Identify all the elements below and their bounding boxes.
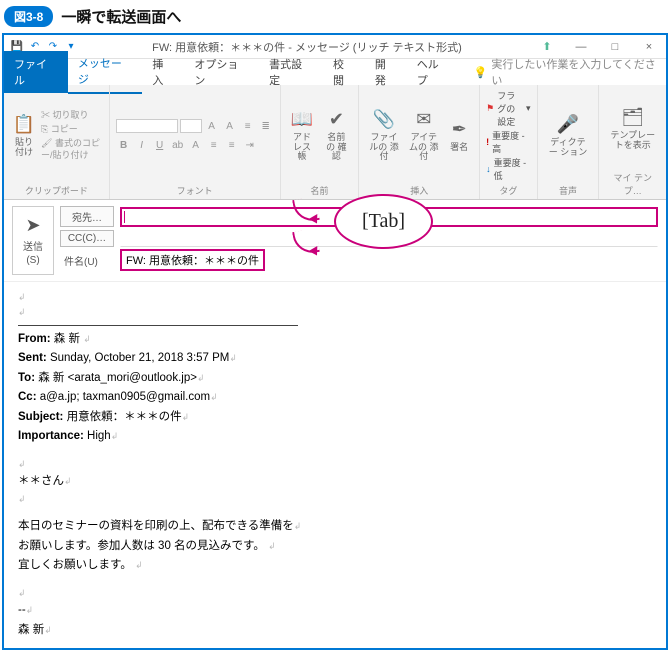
group-templates: 🗂テンプレー トを表示 マイ テンプ… — [599, 85, 666, 199]
view-templates-button[interactable]: 🗂テンプレー トを表示 — [605, 105, 660, 153]
numbering-icon[interactable]: ≣ — [258, 118, 274, 134]
group-clipboard: 📋 貼り付け ✂ 切り取り ⎘ コピー 🖌 書式のコピー/貼り付け クリップボー… — [4, 85, 110, 199]
importance-low-icon: ↓ — [486, 164, 491, 174]
format-painter-button[interactable]: 🖌 書式のコピー/貼り付け — [41, 137, 103, 162]
bulb-icon: 💡 — [474, 66, 488, 79]
align-left-icon[interactable]: ≡ — [206, 137, 222, 153]
font-family-select[interactable] — [116, 119, 178, 133]
tell-me-placeholder: 実行したい作業を入力してください — [491, 56, 666, 88]
annotation-text: [Tab] — [334, 194, 433, 249]
signature-icon: ✒ — [448, 119, 470, 141]
mic-icon: 🎤 — [557, 114, 579, 136]
follow-up-flag-button[interactable]: ⚑ フラグの設定 ▾ — [486, 89, 530, 128]
to-button[interactable]: 宛先… — [60, 206, 114, 227]
cc-button[interactable]: CC(C)… — [60, 230, 114, 247]
underline-icon[interactable]: U — [152, 137, 168, 153]
signature-button[interactable]: ✒署名 — [445, 117, 473, 155]
close-button[interactable]: × — [632, 35, 666, 59]
figure-badge: 図3-8 — [4, 6, 53, 27]
outlook-compose-window: 💾 ↶ ↷ ▾ FW: 用意依頼：＊＊＊の件 - メッセージ (リッチ テキスト… — [2, 33, 668, 650]
check-names-button[interactable]: ✔名前の 確認 — [320, 107, 352, 165]
check-names-icon: ✔ — [325, 109, 347, 131]
send-icon: ➤ — [25, 215, 40, 236]
italic-icon[interactable]: I — [134, 137, 150, 153]
grow-font-icon[interactable]: A — [204, 118, 220, 134]
annotation-balloon: [Tab] — [334, 194, 433, 249]
align-center-icon[interactable]: ≡ — [224, 137, 240, 153]
group-label-clipboard: クリップボード — [10, 182, 103, 197]
group-font: A A ≡ ≣ B I U ab A ≡ ≡ ⇥ — [110, 85, 281, 199]
copy-button[interactable]: ⎘ コピー — [41, 123, 103, 136]
attach-file-button[interactable]: 📎ファイルの 添付 — [365, 107, 402, 165]
group-label-templates: マイ テンプ… — [605, 169, 660, 197]
highlight-icon[interactable]: ab — [170, 137, 186, 153]
compose-header: ➤ 送信 (S) 宛先… CC(C)… 件名(U) FW: 用意依頼：＊＊＊の件 — [4, 200, 666, 281]
bullets-icon[interactable]: ≡ — [240, 118, 256, 134]
text-cursor — [124, 211, 125, 223]
attach-item-button[interactable]: ✉アイテムの 添付 — [405, 107, 442, 165]
send-button[interactable]: ➤ 送信 (S) — [12, 206, 54, 275]
address-book-button[interactable]: 📖アドレス帳 — [287, 107, 318, 165]
indent-icon[interactable]: ⇥ — [242, 137, 258, 153]
group-label-tags: タグ — [486, 182, 530, 197]
group-names: 📖アドレス帳 ✔名前の 確認 名前 — [281, 85, 360, 199]
subject-field[interactable]: FW: 用意依頼：＊＊＊の件 — [120, 249, 265, 271]
group-label-font: フォント — [116, 182, 274, 197]
ribbon-options-icon[interactable]: ⬆ — [530, 35, 564, 59]
minimize-button[interactable]: — — [564, 35, 598, 59]
bold-icon[interactable]: B — [116, 137, 132, 153]
paste-icon: 📋 — [13, 114, 35, 136]
paste-button[interactable]: 📋 貼り付け — [10, 112, 38, 160]
group-insert: 📎ファイルの 添付 ✉アイテムの 添付 ✒署名 挿入 — [359, 85, 480, 199]
ribbon: 📋 貼り付け ✂ 切り取り ⎘ コピー 🖌 書式のコピー/貼り付け クリップボー… — [4, 85, 666, 200]
flag-icon: ⚑ — [486, 103, 494, 114]
cut-button[interactable]: ✂ 切り取り — [41, 109, 103, 122]
shrink-font-icon[interactable]: A — [222, 118, 238, 134]
subject-label: 件名(U) — [60, 253, 114, 268]
importance-high-icon: ! — [486, 137, 489, 147]
ribbon-tabs: ファイル メッセージ 挿入 オプション 書式設定 校閲 開発 ヘルプ 💡 実行し… — [4, 59, 666, 85]
address-book-icon: 📖 — [291, 109, 313, 131]
importance-high-button[interactable]: ! 重要度 - 高 — [486, 129, 530, 155]
dictate-button[interactable]: 🎤ディクテー ション — [544, 112, 593, 160]
group-label-voice: 音声 — [544, 182, 593, 197]
paperclip-icon: 📎 — [373, 109, 395, 131]
figure-title: 一瞬で転送画面へ — [61, 6, 181, 27]
maximize-button[interactable]: □ — [598, 35, 632, 59]
templates-icon: 🗂 — [622, 107, 644, 129]
importance-low-button[interactable]: ↓ 重要度 - 低 — [486, 156, 530, 182]
attach-item-icon: ✉ — [413, 109, 435, 131]
group-voice: 🎤ディクテー ション 音声 — [538, 85, 600, 199]
font-color-icon[interactable]: A — [188, 137, 204, 153]
group-tags: ⚑ フラグの設定 ▾ ! 重要度 - 高 ↓ 重要度 - 低 タグ — [480, 85, 537, 199]
tell-me-search[interactable]: 💡 実行したい作業を入力してください — [460, 56, 666, 88]
forward-separator — [18, 325, 298, 326]
message-body[interactable]: ↲ ↲ From: 森 新 ↲ Sent: Sunday, October 21… — [4, 281, 666, 648]
font-size-select[interactable] — [180, 119, 202, 133]
